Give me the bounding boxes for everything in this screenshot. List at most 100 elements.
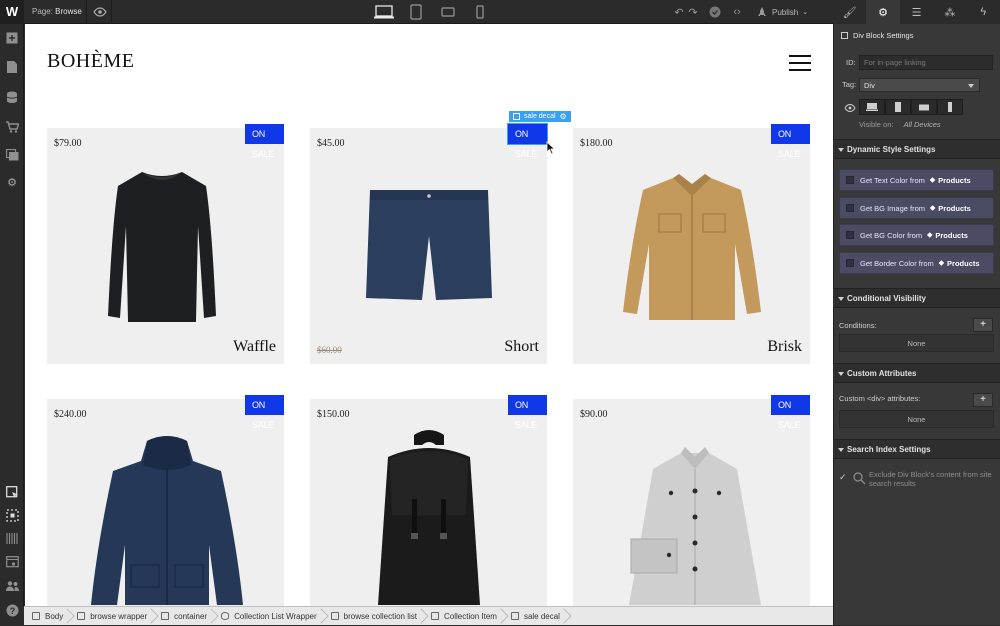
div-block-icon bbox=[513, 113, 520, 120]
selector-tool-button[interactable] bbox=[0, 481, 24, 503]
mobile-landscape-breakpoint-button[interactable] bbox=[432, 0, 464, 24]
topbar-actions: ↶ ↷ ‹› Publish ⌄ bbox=[668, 0, 808, 24]
sale-badge[interactable]: ON SALE bbox=[771, 124, 810, 159]
tablet-breakpoint-button[interactable] bbox=[400, 0, 432, 24]
breadcrumb-item-collection-list-wrapper[interactable]: Collection List Wrapper bbox=[213, 607, 323, 626]
product-card[interactable]: $240.00 ON SALE bbox=[47, 395, 284, 606]
check-circle-icon bbox=[709, 6, 721, 18]
product-card[interactable]: $79.00 ON SALE Waffle bbox=[47, 124, 284, 364]
binding-checkbox[interactable] bbox=[846, 176, 854, 184]
guides-button[interactable] bbox=[0, 504, 24, 526]
code-brackets-icon: ‹› bbox=[733, 6, 741, 18]
binding-checkbox[interactable] bbox=[846, 231, 854, 239]
product-price: $180.00 bbox=[580, 138, 613, 149]
webflow-logo[interactable]: W bbox=[0, 0, 24, 24]
grid-overlay-button[interactable] bbox=[0, 527, 24, 549]
preview-mode-button[interactable] bbox=[0, 551, 24, 573]
product-name: Short bbox=[504, 338, 539, 355]
shirt-image bbox=[629, 447, 761, 605]
audit-button[interactable] bbox=[704, 0, 726, 24]
product-card[interactable]: $45.00 ON SALE $60.00 Short bbox=[310, 123, 548, 364]
dynamic-bg-color-binding[interactable]: Get BG Color from ⬥ Products bbox=[839, 224, 994, 246]
breadcrumb-item-sale-decal[interactable]: sale decal bbox=[503, 607, 566, 626]
tag-icon: ⬥ bbox=[938, 258, 945, 267]
conditional-visibility-header[interactable]: Conditional Visibility bbox=[833, 288, 1000, 308]
conditions-value: None bbox=[839, 334, 994, 352]
add-condition-button[interactable]: + bbox=[973, 318, 993, 332]
backpack-image bbox=[378, 430, 480, 605]
product-card[interactable]: $180.00 ON SALE Brisk bbox=[573, 124, 810, 364]
project-settings-button[interactable]: ⚙ bbox=[0, 171, 24, 193]
visible-tablet-toggle[interactable] bbox=[885, 99, 911, 115]
mouse-cursor-icon bbox=[546, 141, 556, 155]
exclude-search-label: Exclude Div Block's content from site se… bbox=[869, 470, 992, 488]
tablet-icon bbox=[895, 102, 901, 112]
product-name: Waffle bbox=[233, 338, 276, 355]
hamburger-menu-icon[interactable] bbox=[789, 55, 811, 71]
sale-badge[interactable]: ON SALE bbox=[508, 395, 547, 430]
paintbrush-icon: 🖌 bbox=[842, 6, 857, 19]
gear-icon[interactable]: ⚙ bbox=[560, 111, 567, 122]
visible-mobile-portrait-toggle[interactable] bbox=[937, 99, 963, 115]
product-card[interactable]: $150.00 ON SALE bbox=[310, 395, 547, 606]
collection-item-icon bbox=[431, 612, 440, 620]
redo-button[interactable]: ↷ bbox=[682, 0, 704, 24]
breadcrumb-item-container[interactable]: container bbox=[153, 607, 213, 626]
id-label: ID: bbox=[846, 58, 856, 67]
custom-attributes-header[interactable]: Custom Attributes bbox=[833, 363, 1000, 383]
tag-label: Tag: bbox=[842, 80, 857, 89]
tab-settings[interactable]: ⚙ bbox=[866, 0, 900, 24]
element-settings-title: Div Block Settings bbox=[841, 31, 913, 40]
collaborators-button[interactable] bbox=[0, 575, 24, 597]
sale-badge[interactable]: ON SALE bbox=[245, 124, 284, 159]
breadcrumb-item-collection-item[interactable]: Collection Item bbox=[423, 607, 503, 626]
search-index-settings-header[interactable]: Search Index Settings bbox=[833, 439, 1000, 459]
binding-checkbox[interactable] bbox=[846, 204, 854, 212]
id-input[interactable]: For in-page linking bbox=[859, 55, 993, 70]
ecommerce-button[interactable] bbox=[0, 116, 24, 138]
dynamic-style-settings-header[interactable]: Dynamic Style Settings bbox=[833, 139, 1000, 159]
mobile-portrait-breakpoint-button[interactable] bbox=[464, 0, 496, 24]
visible-desktop-toggle[interactable] bbox=[859, 99, 885, 115]
product-card[interactable]: $90.00 ON SALE bbox=[573, 395, 810, 606]
code-button[interactable]: ‹› bbox=[726, 0, 748, 24]
products-collection-tag: ⬥ Products bbox=[938, 258, 980, 268]
assets-button[interactable] bbox=[0, 144, 24, 166]
dynamic-text-color-binding[interactable]: Get Text Color from ⬥ Products bbox=[839, 169, 994, 191]
page-label: Page: bbox=[32, 7, 53, 16]
breadcrumb-item-body[interactable]: Body bbox=[24, 607, 69, 626]
desktop-breakpoint-button[interactable] bbox=[368, 0, 400, 24]
brand-logo[interactable]: BOHÈME bbox=[47, 50, 134, 73]
design-canvas[interactable]: BOHÈME $79.00 ON SALE Waffle $45.00 ON S… bbox=[25, 24, 833, 606]
exclude-search-checkbox[interactable]: ✓ bbox=[839, 472, 849, 482]
add-elements-button[interactable] bbox=[0, 27, 24, 49]
tab-style[interactable]: 🖌 bbox=[833, 0, 866, 24]
sale-badge[interactable]: ON SALE bbox=[245, 395, 284, 430]
help-button[interactable]: ? bbox=[0, 599, 24, 621]
dynamic-bg-image-binding[interactable]: Get BG Image from ⬥ Products bbox=[839, 197, 994, 219]
lightning-icon: ϟ bbox=[980, 6, 987, 18]
gear-icon: ⚙ bbox=[878, 6, 889, 19]
selected-element-label[interactable]: sale decal ⚙ bbox=[509, 111, 571, 122]
page-selector[interactable]: Page: Browse bbox=[32, 7, 82, 16]
breadcrumb-item-browse-collection-list[interactable]: browse collection list bbox=[323, 607, 423, 626]
cms-button[interactable] bbox=[0, 86, 24, 108]
tab-navigator[interactable]: ☰ bbox=[900, 0, 933, 24]
publish-button[interactable]: Publish ⌄ bbox=[756, 6, 808, 18]
visible-mobile-landscape-toggle[interactable] bbox=[911, 99, 937, 115]
sale-badge[interactable]: ON SALE bbox=[771, 395, 810, 430]
binding-checkbox[interactable] bbox=[846, 259, 854, 267]
pages-button[interactable] bbox=[0, 56, 24, 78]
tab-interactions[interactable]: ϟ bbox=[967, 0, 1000, 24]
product-price: $150.00 bbox=[317, 409, 350, 420]
database-icon bbox=[221, 612, 230, 620]
custom-attributes-label: Custom <div> attributes: bbox=[839, 394, 921, 403]
sale-badge[interactable]: ON SALE bbox=[507, 123, 548, 159]
tag-select[interactable]: Div bbox=[859, 78, 980, 92]
dynamic-border-color-binding[interactable]: Get Border Color from ⬥ Products bbox=[839, 252, 994, 274]
add-attribute-button[interactable]: + bbox=[973, 393, 993, 407]
breadcrumb-item-browse-wrapper[interactable]: browse wrapper bbox=[69, 607, 153, 626]
tab-style-manager[interactable]: ⁂ bbox=[933, 0, 966, 24]
preview-button[interactable] bbox=[86, 0, 112, 24]
sweater-image bbox=[108, 172, 216, 322]
